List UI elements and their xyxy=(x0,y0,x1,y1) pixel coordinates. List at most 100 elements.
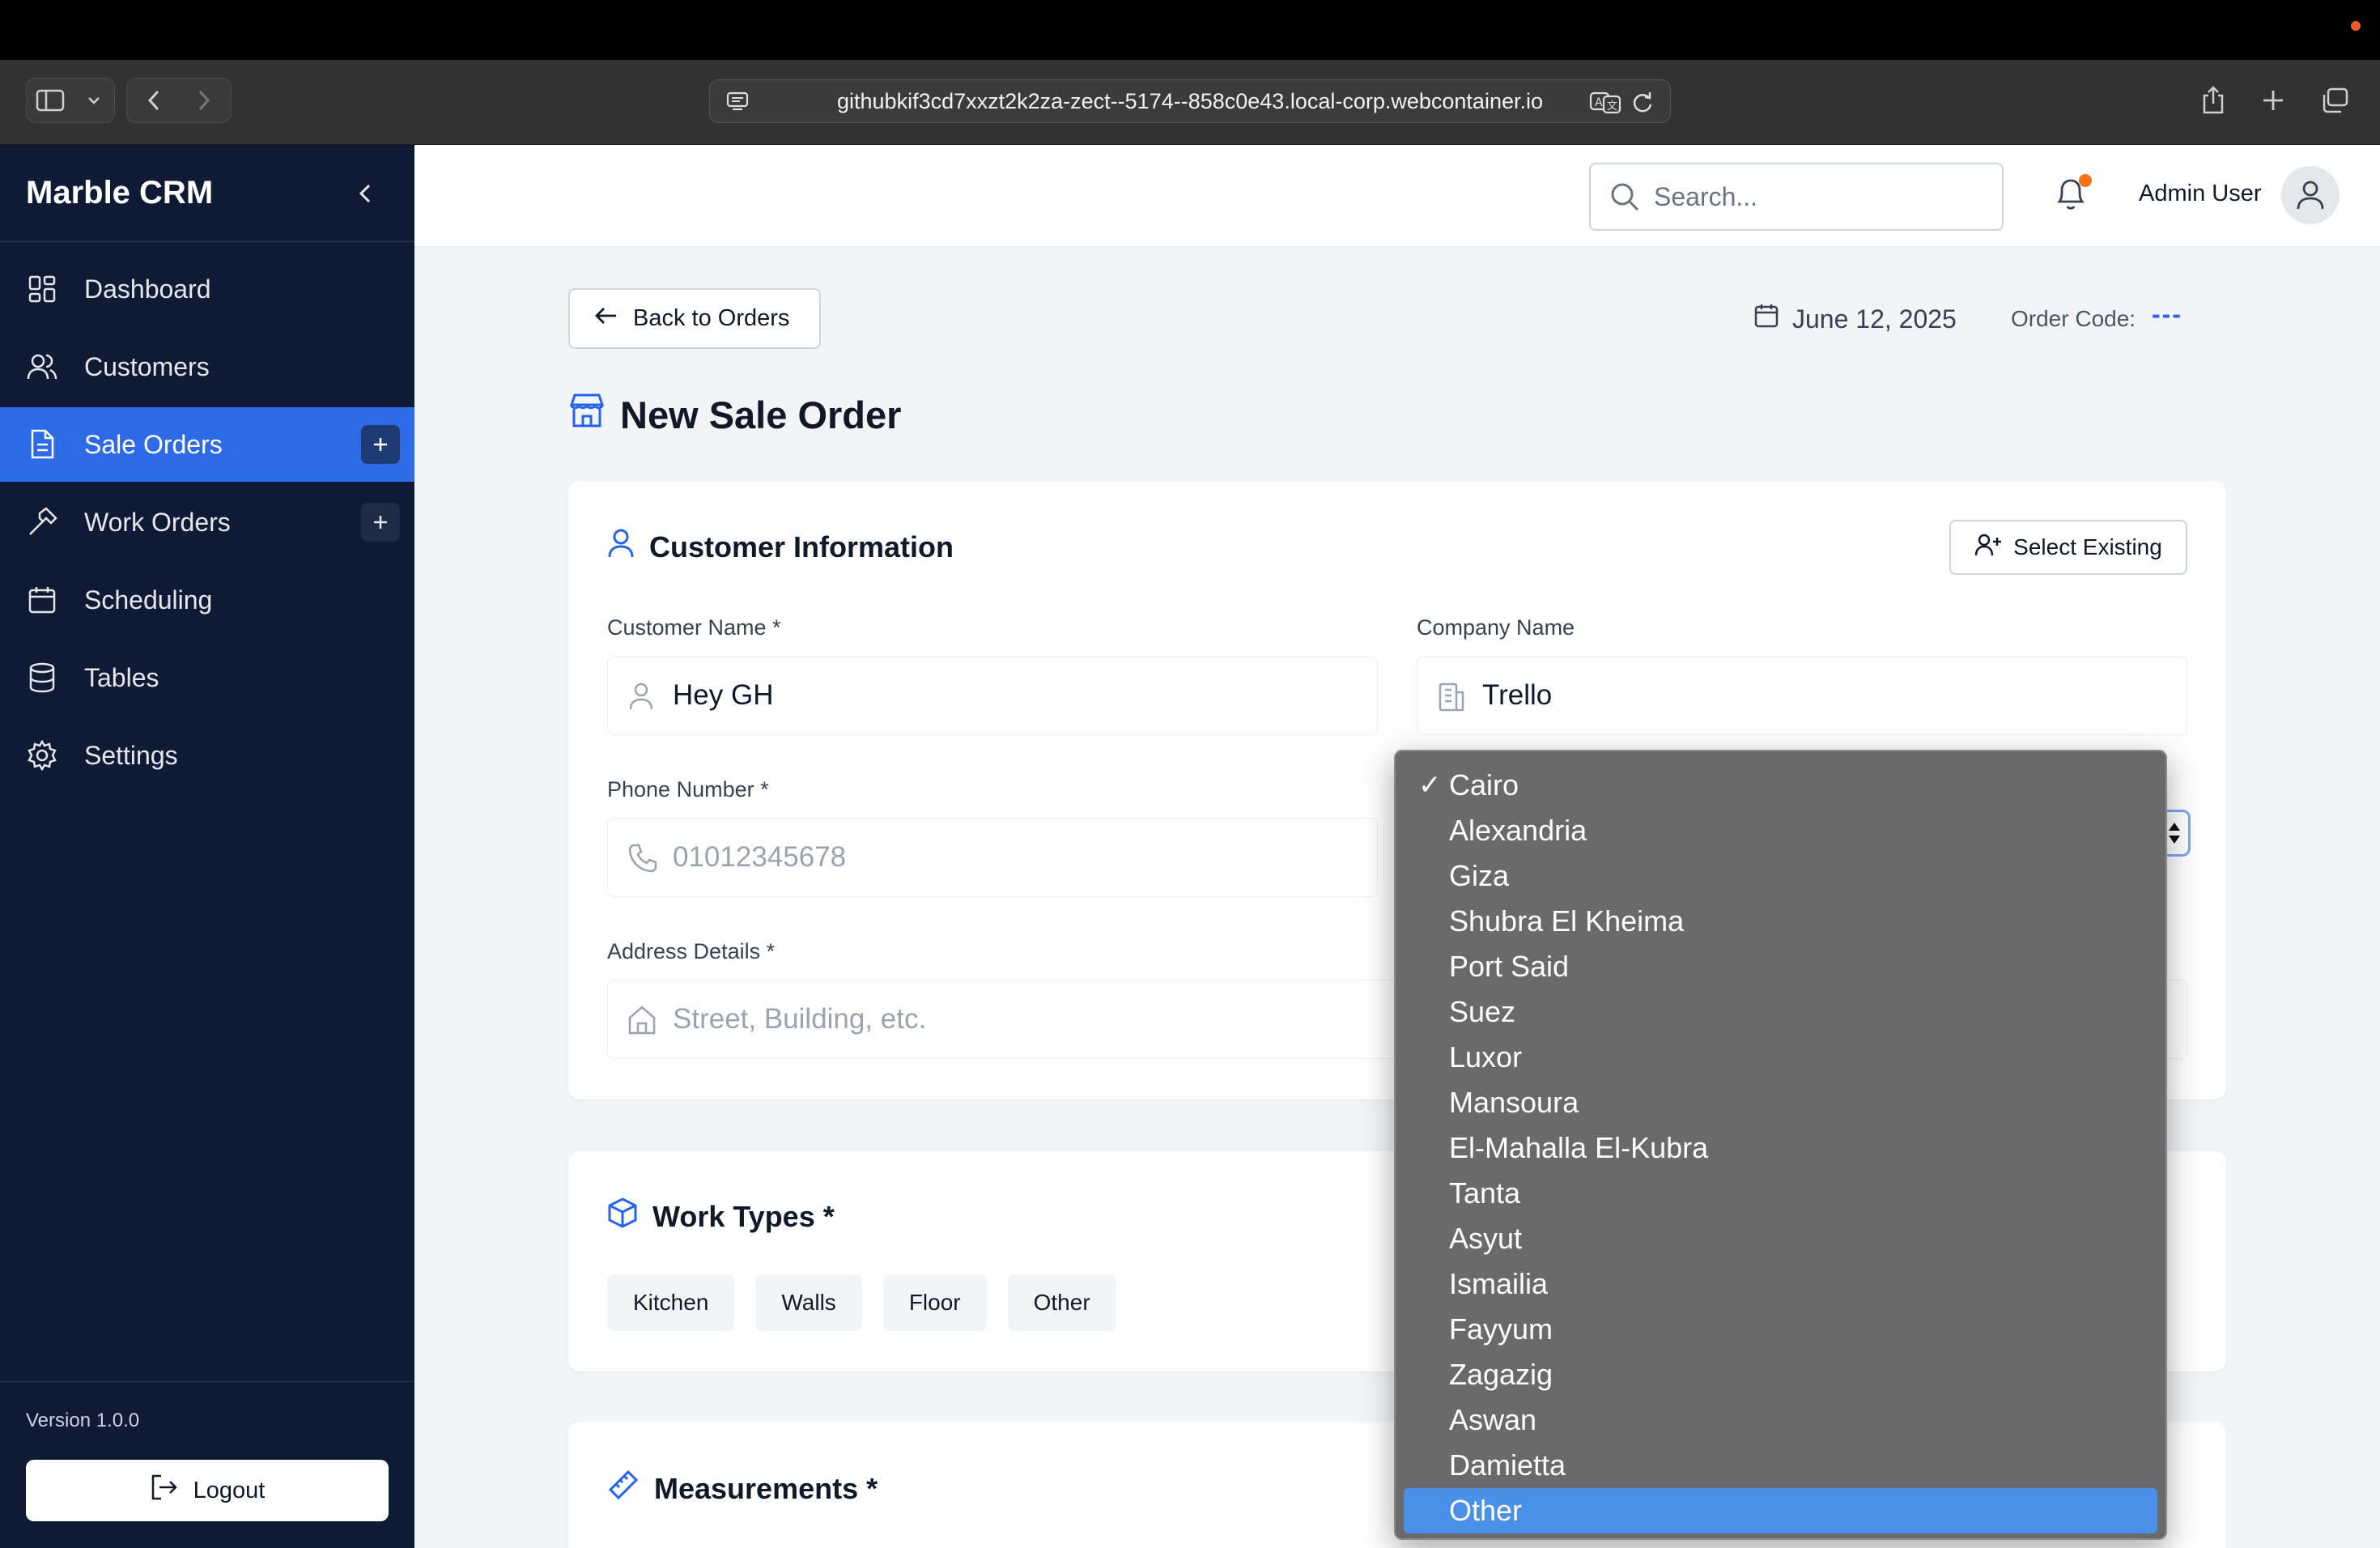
card-title: Measurements * xyxy=(607,1469,878,1508)
page-settings-icon[interactable] xyxy=(726,91,749,118)
svg-text:A: A xyxy=(1595,96,1603,109)
dropdown-option[interactable]: Damietta xyxy=(1404,1443,2157,1488)
url-text: githubkif3cd7xxzt2k2za-zect--5174--858c0… xyxy=(837,88,1543,113)
work-type-kitchen[interactable]: Kitchen xyxy=(607,1274,735,1331)
dropdown-option[interactable]: Shubra El Kheima xyxy=(1404,899,2157,944)
sidebar-item-customers[interactable]: Customers xyxy=(0,330,414,404)
dropdown-option[interactable]: Asyut xyxy=(1404,1216,2157,1261)
database-icon xyxy=(26,661,58,694)
dropdown-option[interactable]: Luxor xyxy=(1404,1035,2157,1080)
brand-name: Marble CRM xyxy=(26,175,214,211)
sidebar-item-sale-orders[interactable]: Sale Orders xyxy=(0,407,414,482)
dropdown-option[interactable]: ✓ Cairo xyxy=(1404,763,2157,808)
search-input[interactable]: Search... xyxy=(1589,163,2004,231)
dropdown-option[interactable]: El-Mahalla El-Kubra xyxy=(1404,1125,2157,1171)
add-sale-order-button[interactable] xyxy=(361,425,400,464)
dropdown-option[interactable]: Zagazig xyxy=(1404,1352,2157,1397)
date-text: June 12, 2025 xyxy=(1792,304,1957,334)
address-bar[interactable]: githubkif3cd7xxzt2k2za-zect--5174--858c0… xyxy=(709,79,1671,123)
sidebar-toggle-icon[interactable] xyxy=(29,78,71,123)
sidebar-item-label: Work Orders xyxy=(84,507,231,537)
dropdown-option[interactable]: Alexandria xyxy=(1404,808,2157,853)
reload-icon[interactable] xyxy=(1631,90,1654,120)
card-title: Work Types * xyxy=(607,1197,835,1236)
dashboard-icon xyxy=(26,273,58,305)
sidebar-item-tables[interactable]: Tables xyxy=(0,640,414,715)
phone-number-label: Phone Number * xyxy=(607,777,769,802)
customer-name-value: Hey GH xyxy=(673,679,774,711)
gear-icon xyxy=(26,739,58,772)
search-icon xyxy=(1609,181,1641,219)
sidebar-nav: Dashboard Customers Sale Orders Work Ord… xyxy=(0,242,414,793)
dropdown-option-highlighted[interactable]: Other xyxy=(1404,1488,2157,1533)
back-to-orders-button[interactable]: Back to Orders xyxy=(568,288,821,349)
notifications-button[interactable] xyxy=(2053,174,2092,216)
card-title-text: Work Types * xyxy=(652,1199,835,1233)
logout-label: Logout xyxy=(193,1477,266,1503)
user-plus-icon xyxy=(1974,533,2002,563)
user-name[interactable]: Admin User xyxy=(2139,181,2262,207)
share-icon[interactable] xyxy=(2191,78,2236,123)
new-tab-icon[interactable] xyxy=(2250,78,2296,123)
sidebar-item-settings[interactable]: Settings xyxy=(0,718,414,793)
logout-icon xyxy=(150,1474,179,1508)
select-arrows-icon xyxy=(2168,823,2180,844)
dropdown-option[interactable]: Suez xyxy=(1404,989,2157,1035)
users-icon xyxy=(26,351,58,383)
translate-icon[interactable]: A文 xyxy=(1589,90,1621,120)
phone-number-field[interactable]: 01012345678 xyxy=(607,818,1378,897)
customer-name-label: Customer Name * xyxy=(607,615,781,640)
work-type-floor[interactable]: Floor xyxy=(882,1274,987,1331)
system-menu-bar xyxy=(0,0,2380,60)
logout-button[interactable]: Logout xyxy=(26,1460,389,1521)
page-title: New Sale Order xyxy=(568,392,901,438)
sidebar-footer: Version 1.0.0 Logout xyxy=(0,1381,414,1548)
page-title-text: New Sale Order xyxy=(620,393,902,436)
dropdown-option[interactable]: Tanta xyxy=(1404,1171,2157,1216)
checkmark-icon: ✓ xyxy=(1418,770,1442,801)
city-dropdown-menu[interactable]: ✓ Cairo Alexandria Giza Shubra El Kheima … xyxy=(1394,750,2167,1540)
work-type-walls[interactable]: Walls xyxy=(755,1274,862,1331)
order-code-label: Order Code: xyxy=(2011,306,2136,331)
work-type-other[interactable]: Other xyxy=(1007,1274,1116,1331)
forward-arrow-icon[interactable] xyxy=(180,78,228,123)
ruler-icon xyxy=(607,1469,640,1508)
dropdown-option[interactable]: Aswan xyxy=(1404,1397,2157,1443)
sidebar-item-label: Customers xyxy=(84,351,210,381)
address-details-placeholder: Street, Building, etc. xyxy=(673,1003,927,1035)
work-type-options: Kitchen Walls Floor Other xyxy=(607,1274,1116,1331)
card-title-text: Customer Information xyxy=(649,529,954,563)
sidebar-item-scheduling[interactable]: Scheduling xyxy=(0,563,414,637)
tab-overview-icon[interactable] xyxy=(2312,78,2357,123)
user-icon xyxy=(607,528,635,566)
sidebar-item-work-orders[interactable]: Work Orders xyxy=(0,485,414,559)
select-existing-label: Select Existing xyxy=(2013,534,2162,559)
back-label: Back to Orders xyxy=(633,305,790,331)
dropdown-option[interactable]: Fayyum xyxy=(1404,1307,2157,1352)
collapse-sidebar-button[interactable] xyxy=(350,177,382,210)
home-icon xyxy=(627,1005,657,1043)
sidebar-item-label: Dashboard xyxy=(84,274,211,304)
company-name-field[interactable]: Trello xyxy=(1417,656,2187,735)
select-existing-button[interactable]: Select Existing xyxy=(1949,520,2187,575)
order-date: June 12, 2025 xyxy=(1753,303,1957,335)
customer-name-field[interactable]: Hey GH xyxy=(607,656,1378,735)
notification-badge xyxy=(2079,174,2092,187)
sidebar-item-dashboard[interactable]: Dashboard xyxy=(0,252,414,326)
dropdown-option[interactable]: Port Said xyxy=(1404,944,2157,989)
add-work-order-button[interactable] xyxy=(361,503,400,542)
sidebar: Marble CRM Dashboard Customers Sale Orde… xyxy=(0,145,414,1548)
chevron-down-icon[interactable] xyxy=(78,78,110,123)
calendar-icon xyxy=(1753,303,1779,335)
card-title: Customer Information xyxy=(607,528,954,566)
dropdown-option[interactable]: Giza xyxy=(1404,853,2157,899)
version-label: Version 1.0.0 xyxy=(26,1410,140,1431)
dropdown-option[interactable]: Mansoura xyxy=(1404,1080,2157,1125)
sidebar-item-label: Scheduling xyxy=(84,585,213,615)
brand-header: Marble CRM xyxy=(0,145,414,242)
dropdown-option[interactable]: Ismailia xyxy=(1404,1261,2157,1307)
back-arrow-icon[interactable] xyxy=(130,78,178,123)
company-name-value: Trello xyxy=(1482,679,1553,711)
box-icon xyxy=(607,1197,638,1236)
avatar[interactable] xyxy=(2281,166,2340,224)
